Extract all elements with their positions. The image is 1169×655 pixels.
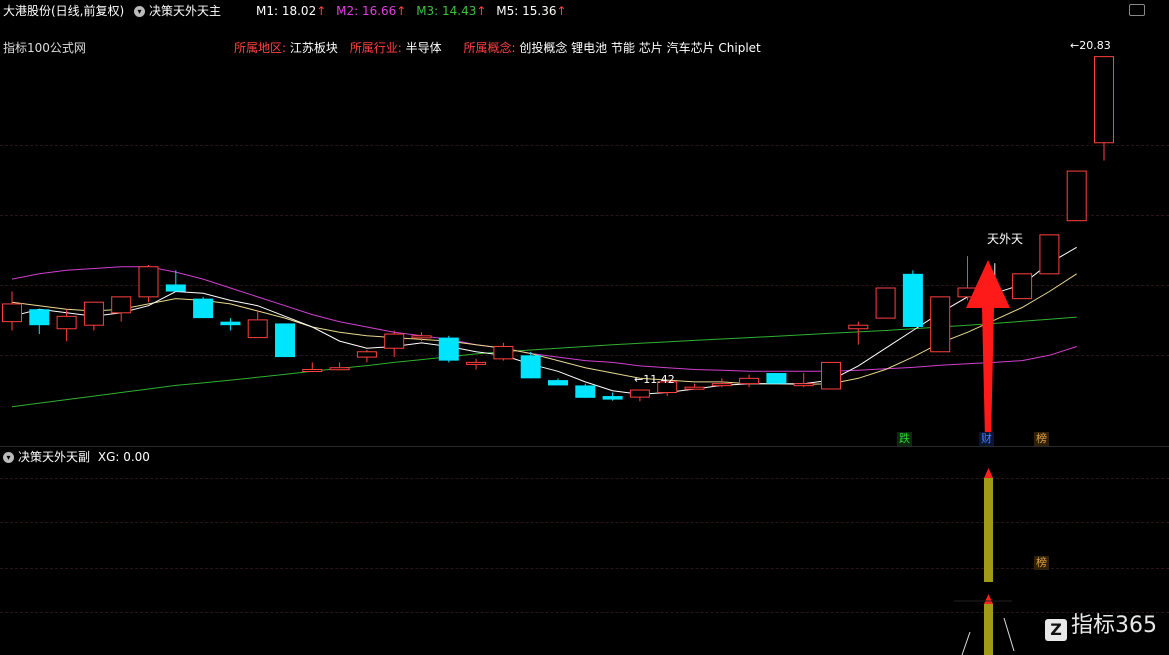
badge-die[interactable]: 跌: [897, 432, 912, 446]
candle-body: [766, 373, 787, 384]
candle-body: [56, 315, 77, 330]
left-arrow-icon: ←: [634, 373, 644, 386]
candle-body: [111, 296, 132, 314]
candle-body: [384, 333, 405, 349]
watermark-logo: Z: [1045, 619, 1067, 641]
signal-up-arrow-icon: [984, 594, 993, 604]
candle-body: [520, 355, 541, 379]
low-price-label: ←11.42: [634, 372, 675, 388]
candle-body: [602, 396, 623, 400]
candle-body: [165, 284, 186, 292]
watermark-text: 指标365: [1071, 613, 1157, 638]
candle-body: [247, 319, 268, 339]
candle-body: [548, 380, 568, 386]
candle-body: [848, 324, 869, 330]
signal-arrow-icon: [966, 260, 1010, 440]
high-price-value: 20.83: [1079, 39, 1111, 52]
candle-body: [438, 337, 459, 361]
candle-body: [356, 351, 377, 358]
candle-body: [2, 303, 22, 323]
candle-body: [83, 301, 104, 326]
badge-cai[interactable]: 财: [979, 432, 994, 446]
candle-body: [902, 273, 923, 327]
candle-body: [302, 368, 323, 372]
ma-line-green: [11, 316, 1077, 408]
candle-body: [466, 361, 487, 365]
candle-body: [1012, 273, 1033, 300]
signal-bar: [984, 604, 993, 655]
candle-body: [793, 383, 814, 387]
candle-body: [575, 385, 596, 398]
signal-label: 天外天: [987, 232, 1024, 246]
chart-window: 大港股份(日线,前复权) ▾ 决策天外天主 M1: 18.02↑ M2: 16.6…: [0, 0, 1169, 655]
badge-bang-sub[interactable]: 榜: [1034, 556, 1049, 570]
candle-body: [739, 377, 760, 385]
candle-body: [138, 266, 159, 298]
candle-body: [193, 298, 214, 319]
candle-body: [275, 323, 295, 358]
candle-body: [684, 386, 705, 390]
price-chart[interactable]: [0, 0, 1169, 446]
sub-chart: [954, 468, 1015, 655]
signal-bar: [984, 478, 993, 582]
candle-body: [711, 383, 732, 387]
candle-body: [1066, 170, 1087, 222]
high-price-label: ←20.83: [1070, 38, 1111, 54]
watermark: Z 指标365: [1045, 607, 1157, 641]
signal-tail: [961, 631, 971, 655]
candle-body: [220, 321, 241, 326]
candle-body: [875, 287, 896, 319]
candle-body: [1094, 56, 1114, 144]
candle-body: [329, 367, 350, 371]
candle-body: [930, 296, 951, 353]
candle-body: [493, 345, 514, 360]
candle-body: [629, 389, 650, 398]
candle-body: [411, 335, 432, 339]
candle-body: [1039, 234, 1060, 275]
badge-bang[interactable]: 榜: [1034, 432, 1049, 446]
signal-up-arrow-icon: [984, 468, 993, 478]
left-arrow-icon: ←: [1070, 39, 1080, 52]
candle-body: [821, 361, 841, 390]
low-price-value: 11.42: [643, 373, 675, 386]
candle-body: [29, 309, 50, 326]
signal-tail: [1003, 617, 1015, 652]
